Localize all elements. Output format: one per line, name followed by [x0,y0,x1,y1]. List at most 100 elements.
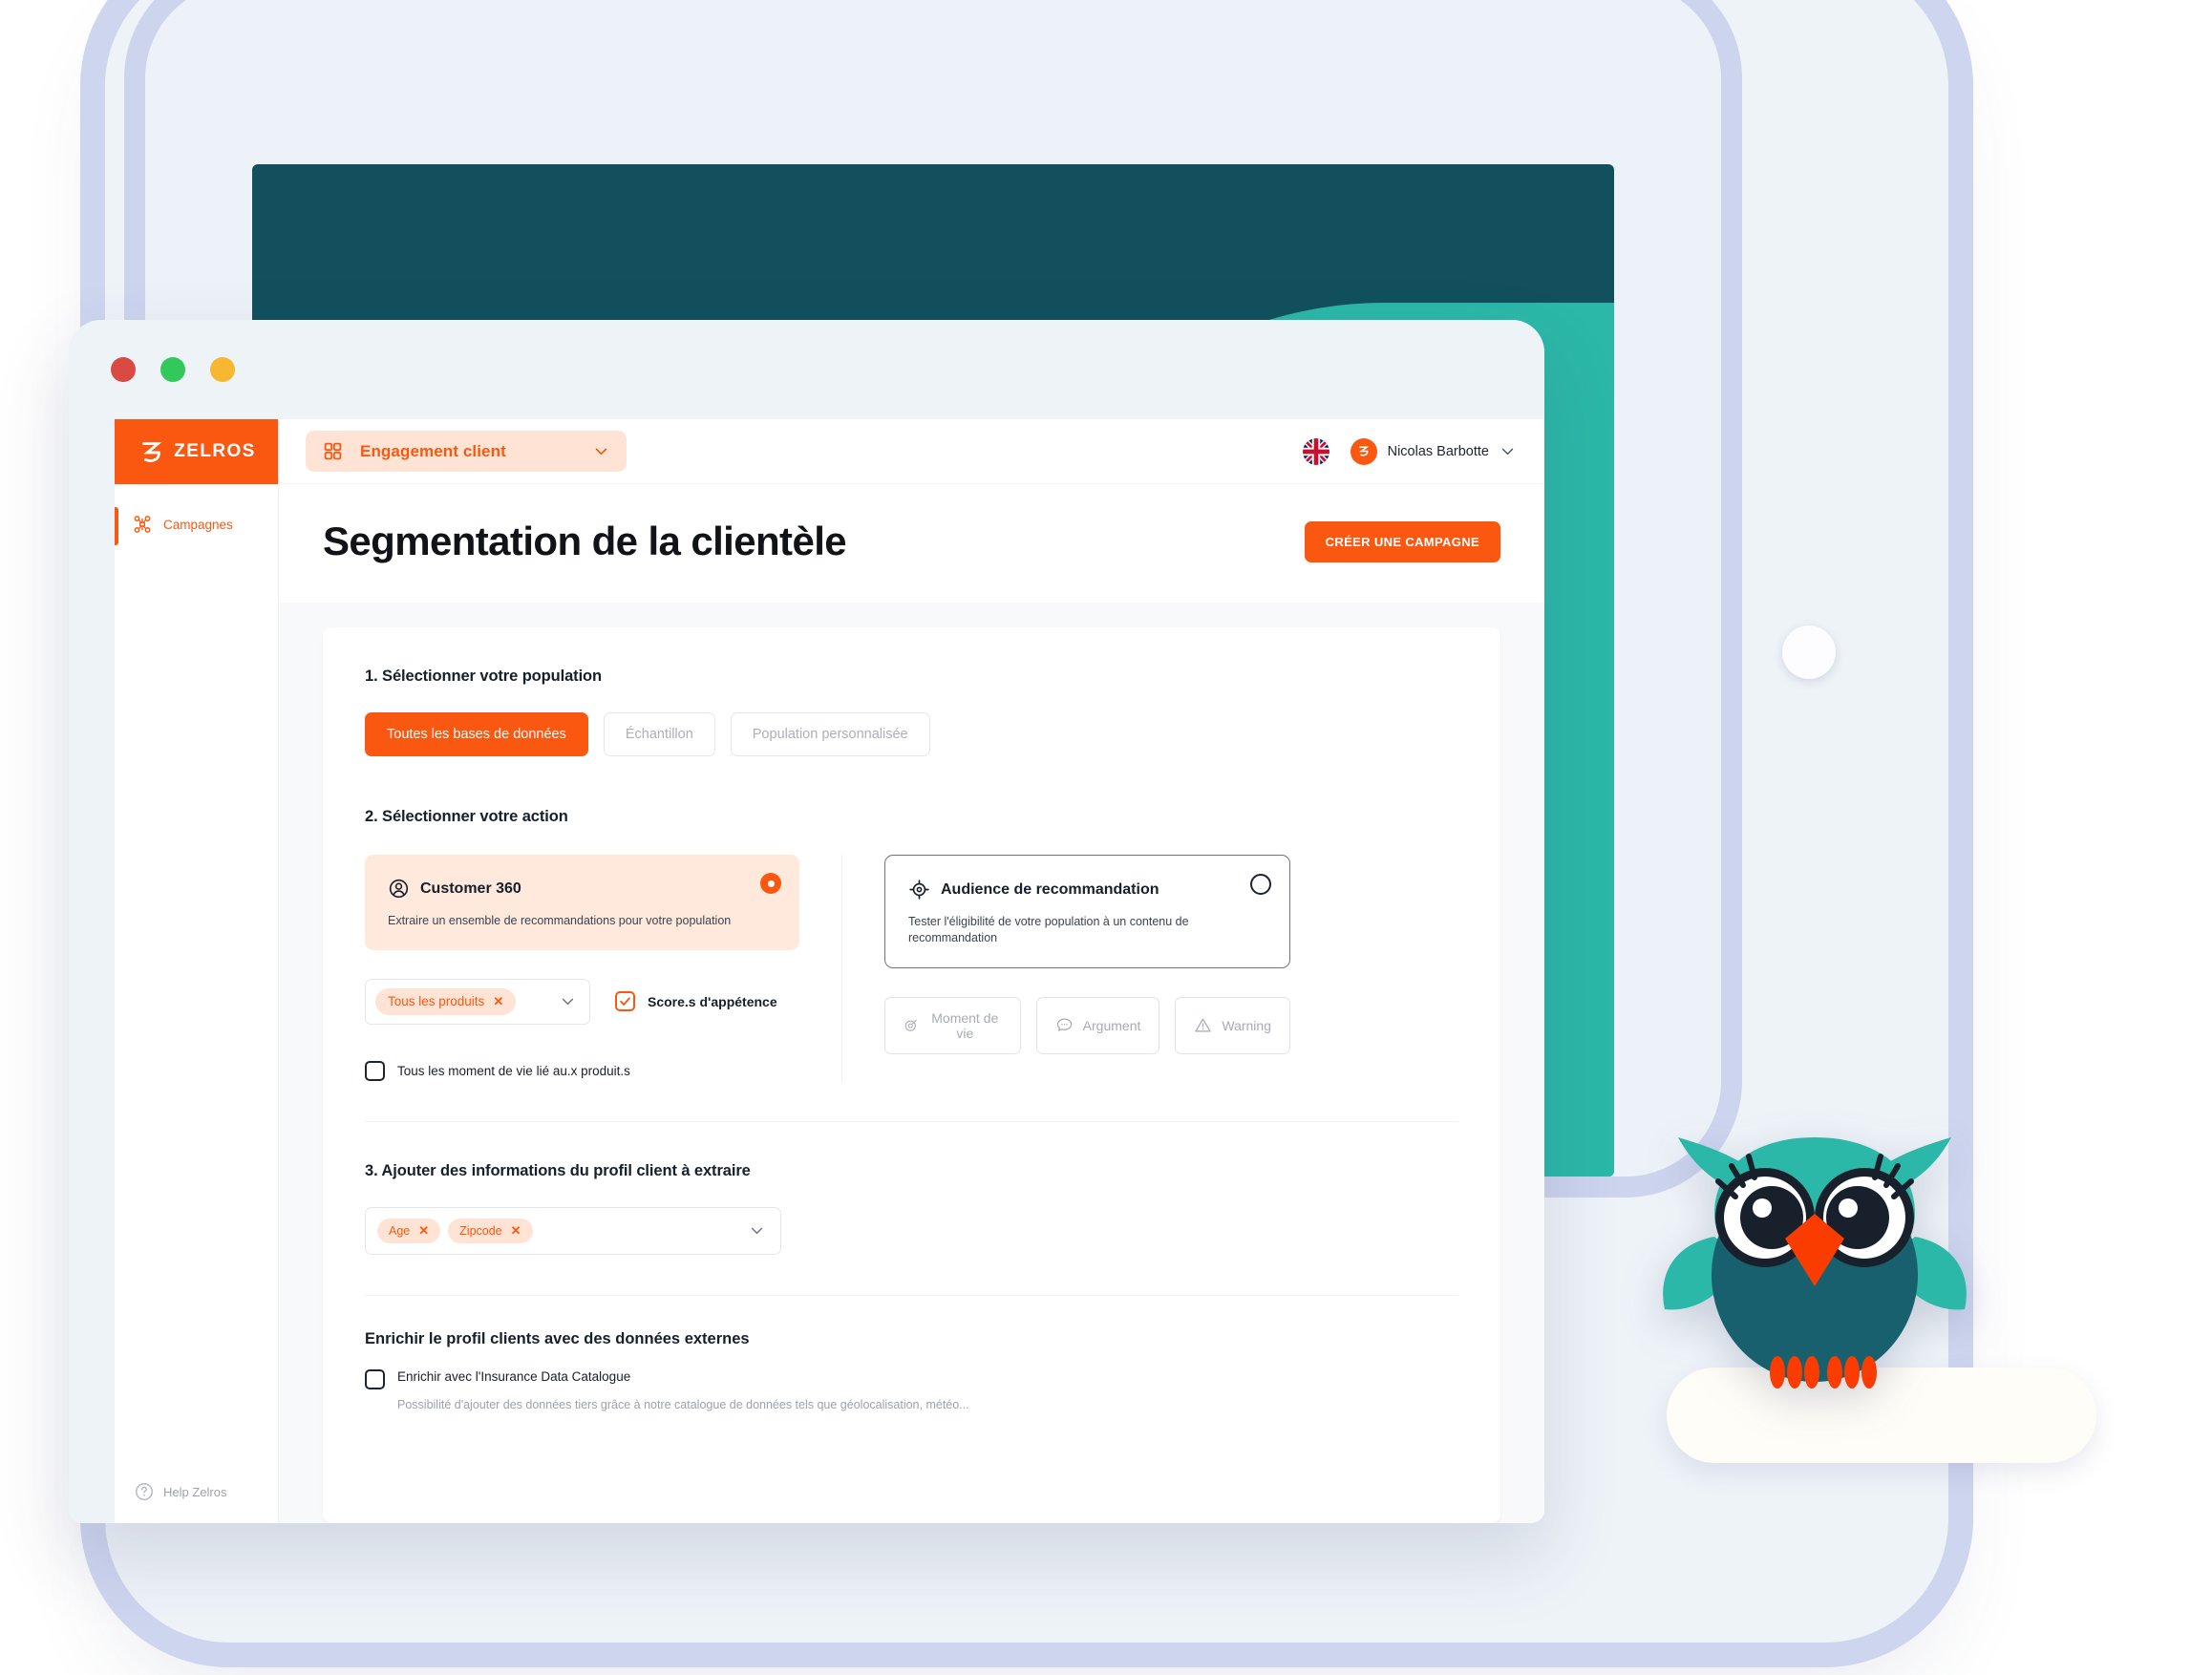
button-label: Moment de vie [931,1009,999,1041]
user-menu[interactable]: Nicolas Barbotte [1350,437,1516,465]
step-3-title: 3. Ajouter des informations du profil cl… [365,1161,751,1179]
main-column: Engagement client Nicolas Barbotte Segme… [279,419,1544,1523]
page-title: Segmentation de la clientèle [323,519,847,563]
moment-de-vie-label: Tous les moment de vie lié au.x produit.… [397,1063,630,1078]
avatar [1350,437,1377,465]
radio-audience-recommandation[interactable] [1250,874,1271,895]
chip-remove-icon[interactable]: ✕ [418,1223,429,1239]
help-label: Help Zelros [163,1484,227,1499]
module-selector[interactable]: Engagement client [306,431,627,472]
browser-titlebar [69,320,1544,419]
enrich-checkbox-row[interactable]: Enrichir avec l'Insurance Data Catalogue [365,1368,1458,1389]
sidebar-nav: Campagnes [115,484,278,1464]
enrich-title: Enrichir le profil clients avec des donn… [365,1329,750,1347]
enrich-checkbox-label: Enrichir avec l'Insurance Data Catalogue [397,1368,631,1384]
profile-attributes-select[interactable]: Age ✕ Zipcode ✕ [365,1206,781,1255]
card-header: Customer 360 [388,878,776,900]
enrich-checkbox[interactable] [365,1368,385,1389]
campaign-nodes-icon [134,516,151,533]
application-shell: ZELROS Campagnes Help Zelros Engagement … [115,419,1544,1523]
window-close-button[interactable] [111,357,136,382]
zelros-logo-mark [142,442,162,462]
chip-age[interactable]: Age ✕ [377,1218,441,1243]
chip-remove-icon[interactable]: ✕ [493,994,503,1009]
button-label: Warning [1222,1017,1271,1033]
target-crosshair-icon [909,880,929,900]
recommendation-type-buttons: Moment de vie Argument Warning [884,996,1290,1054]
module-label: Engagement client [360,441,506,460]
sidebar-item-campagnes[interactable]: Campagnes [115,505,278,545]
target-edit-icon [904,1019,917,1031]
moment-de-vie-checkbox[interactable] [365,1060,385,1081]
card-description: Tester l'éligibilité de votre population… [908,915,1189,944]
zelros-avatar-mark [1359,446,1370,456]
step-2-action: 2. Sélectionner votre action Customer 36… [365,808,1458,1122]
content-area: 1. Sélectionner votre population Toutes … [279,603,1544,1523]
warning-triangle-icon [1195,1018,1212,1032]
sidebar-help[interactable]: Help Zelros [115,1464,278,1523]
chevron-down-icon [1501,448,1514,456]
chip-label: Age [389,1223,411,1238]
zelros-logo[interactable]: ZELROS [115,419,278,484]
card-title: Audience de recommandation [941,880,1159,898]
chat-bubble-icon [1056,1018,1072,1031]
topbar-right: Nicolas Barbotte [1302,437,1516,465]
warning-button[interactable]: Warning [1175,996,1290,1054]
step-2-title: 2. Sélectionner votre action [365,808,568,825]
card-header: Audience de recommandation [908,879,1266,901]
step-3-profile-info: 3. Ajouter des informations du profil cl… [365,1162,1458,1296]
population-option-all-databases[interactable]: Toutes les bases de données [365,712,588,756]
question-circle-icon [136,1483,153,1500]
chip-remove-icon[interactable]: ✕ [511,1223,521,1239]
segmentation-panel: 1. Sélectionner votre population Toutes … [323,627,1500,1523]
uk-flag-icon[interactable] [1302,437,1329,465]
action-selection-area: Customer 360 Extraire un ensemble de rec… [365,855,1458,1081]
action-card-customer-360[interactable]: Customer 360 Extraire un ensemble de rec… [365,855,799,950]
action-column-right: Audience de recommandation Tester l'élig… [841,855,1290,1081]
product-controls-row: Tous les produits ✕ Score.s d'appétence [365,978,799,1025]
screenshot-stage: ZELROS Campagnes Help Zelros Engagement … [0,0,2212,1675]
zelros-logo-text: ZELROS [174,441,256,461]
action-column-left: Customer 360 Extraire un ensemble de rec… [365,855,799,1081]
radio-customer-360[interactable] [760,873,781,894]
score-appetence-label: Score.s d'appétence [648,993,777,1009]
product-multiselect[interactable]: Tous les produits ✕ [365,978,590,1025]
zelros-owl-mascot [1657,1122,1972,1409]
user-name: Nicolas Barbotte [1387,443,1489,459]
page-header: Segmentation de la clientèle CRÉER UNE C… [279,484,1544,603]
population-options: Toutes les bases de données Échantillon … [365,712,1458,756]
enrich-section: Enrichir le profil clients avec des donn… [365,1330,1458,1411]
step-1-population: 1. Sélectionner votre population Toutes … [365,668,1458,756]
score-appetence-checkbox-row[interactable]: Score.s d'appétence [615,991,777,1012]
chip-tous-les-produits[interactable]: Tous les produits ✕ [375,987,517,1015]
chevron-down-icon[interactable] [749,1222,765,1239]
score-appetence-checkbox[interactable] [615,991,635,1012]
chip-label: Tous les produits [388,994,485,1009]
create-campaign-button[interactable]: CRÉER UNE CAMPAGNE [1304,520,1500,562]
population-option-custom[interactable]: Population personnalisée [730,712,930,756]
chip-zipcode[interactable]: Zipcode ✕ [448,1218,533,1243]
chevron-down-icon[interactable] [560,993,576,1009]
profile-chips: Age ✕ Zipcode ✕ [377,1218,749,1243]
product-chips: Tous les produits ✕ [375,987,546,1015]
tablet-home-button[interactable] [1782,625,1836,679]
user-circle-icon [389,879,409,899]
action-card-audience-recommandation[interactable]: Audience de recommandation Tester l'élig… [884,855,1290,968]
topbar: Engagement client Nicolas Barbotte [279,419,1544,484]
moment-de-vie-button[interactable]: Moment de vie [884,996,1021,1054]
chip-label: Zipcode [459,1223,502,1238]
enrich-description: Possibilité d'ajouter des données tiers … [397,1397,969,1411]
argument-button[interactable]: Argument [1035,996,1160,1054]
sidebar: ZELROS Campagnes Help Zelros [115,419,279,1523]
population-option-sample[interactable]: Échantillon [603,712,715,756]
window-minimize-button[interactable] [160,357,185,382]
grid-apps-icon [324,442,342,460]
browser-window: ZELROS Campagnes Help Zelros Engagement … [69,320,1544,1523]
sidebar-item-label: Campagnes [163,517,233,532]
section-divider [365,1294,1458,1296]
moment-de-vie-checkbox-row[interactable]: Tous les moment de vie lié au.x produit.… [365,1060,799,1081]
window-maximize-button[interactable] [210,357,235,382]
section-divider [365,1120,1458,1122]
card-title: Customer 360 [420,880,521,897]
check-icon [620,997,630,1007]
